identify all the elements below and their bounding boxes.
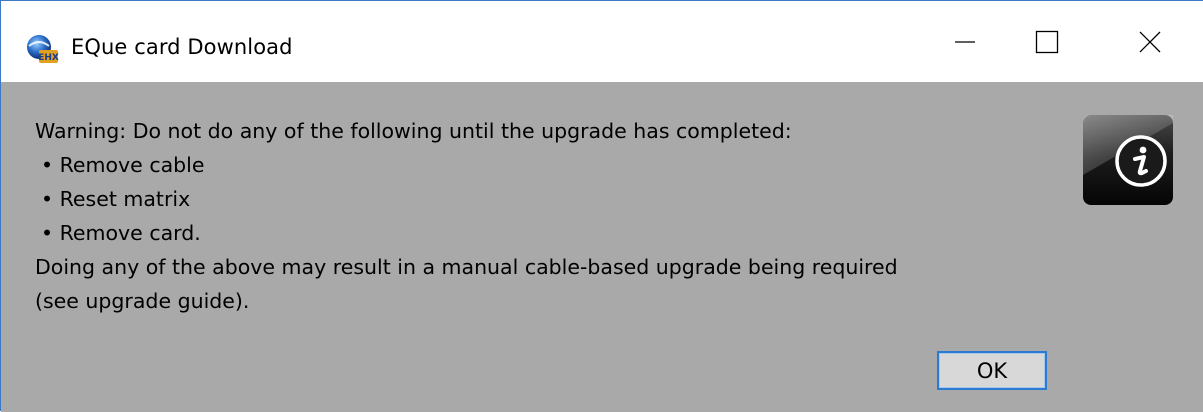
bullet-item: • Remove cable: [41, 153, 205, 177]
dialog-content: Warning: Do not do any of the following …: [1, 82, 1203, 412]
minimize-icon: [955, 40, 975, 43]
minimize-button[interactable]: [919, 1, 1011, 82]
warning-line: Warning: Do not do any of the following …: [35, 119, 792, 143]
title-bar[interactable]: EHX EQue card Download: [1, 1, 1203, 82]
message-text: Warning: Do not do any of the following …: [35, 114, 1055, 318]
eque-app-icon: EHX: [27, 35, 59, 63]
consequence-line: (see upgrade guide).: [35, 289, 250, 313]
close-button[interactable]: [1104, 1, 1196, 82]
maximize-button[interactable]: [1001, 1, 1093, 82]
bullet-item: • Remove card.: [41, 221, 201, 245]
info-icon: [1083, 115, 1173, 205]
close-icon: [1139, 31, 1161, 52]
window-title: EQue card Download: [71, 35, 293, 59]
consequence-line: Doing any of the above may result in a m…: [35, 255, 898, 279]
svg-text:EHX: EHX: [38, 53, 59, 63]
dialog-window: EHX EQue card Download Warning: Do not d…: [0, 0, 1203, 412]
ok-button[interactable]: OK: [937, 351, 1047, 390]
bullet-item: • Reset matrix: [41, 187, 191, 211]
maximize-icon: [1035, 30, 1059, 53]
